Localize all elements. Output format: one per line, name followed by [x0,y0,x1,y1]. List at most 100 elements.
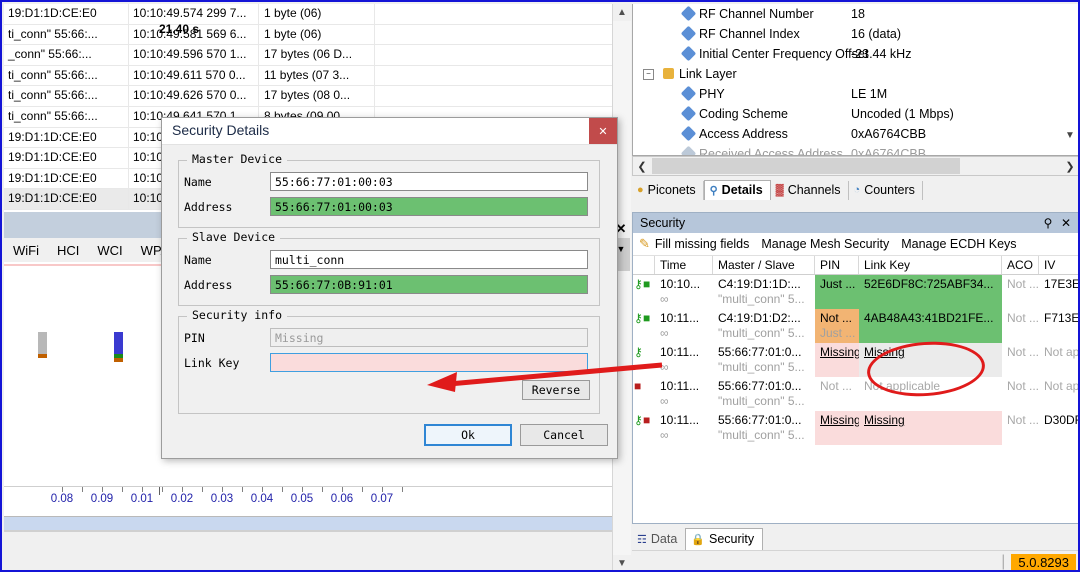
details-tree[interactable]: RF Channel Number 18 RF Channel Index 16 (d… [632,4,1078,156]
table-cell: Not ... [1002,411,1039,445]
left-horizontal-scrollbar[interactable] [4,516,612,531]
cell-primary-text: F713E7... [1044,311,1080,325]
axis-tick [382,487,383,492]
details-horizontal-scrollbar[interactable]: ❮ ❯ [632,156,1078,176]
tab-details[interactable]: ⚲ Details [703,180,771,200]
tree-row[interactable]: Access Address 0xA6764CBB [633,124,1078,144]
cancel-button[interactable]: Cancel [520,424,608,446]
tab-piconets[interactable]: ● Piconets [632,181,704,200]
pin-icon[interactable]: ⚲ [1039,216,1057,230]
packet-row[interactable]: 19:D1:1D:CE:E0 10:10:49.574 299 7... 1 byt… [4,4,612,25]
tree-row[interactable]: RF Channel Index 16 (data) [633,24,1078,44]
cell-primary-text: Missing [864,345,905,359]
tree-row[interactable]: − Link Layer [633,64,1078,84]
scroll-down-icon[interactable]: ▼ [1062,130,1078,141]
column-header[interactable]: IV [1039,256,1078,274]
tab-label: Details [721,183,763,197]
table-row[interactable]: ⚷ ■ 10:10... ∞ C4:19:D1:1D:... "multi_conn" 5… [633,275,1080,309]
packet-row[interactable]: ti_conn" 55:66:... 10:10:49.626 570 0... 1… [4,86,612,107]
protocol-tab-wci[interactable]: WCI [88,240,131,261]
security-table-body[interactable]: ⚷ ■ 10:10... ∞ C4:19:D1:1D:... "multi_conn" 5… [633,275,1080,445]
tree-row[interactable]: Coding Scheme Uncoded (1 Mbps) [633,104,1078,124]
table-cell: Not ... [1002,377,1039,411]
diamond-icon [680,125,697,142]
binary-icon: ☶ [637,533,647,546]
security-toolbar[interactable]: ✎ Fill missing fields Manage Mesh Security… [633,233,1078,256]
tab-counters[interactable]: ◔ Counters [849,181,923,200]
scroll-right-icon[interactable]: ❯ [1061,157,1078,175]
protocol-tab-hci[interactable]: HCI [48,240,88,261]
bottom-tab-data[interactable]: ☶ Data [632,529,685,550]
cell-primary-text: Missing [820,345,859,359]
axis-tick [302,487,303,492]
packet-timestamp: 10:10:49.596 570 1... [128,45,258,65]
packet-length: 1 byte (06) [258,4,374,24]
cell-secondary-text: "multi_conn" 5... [718,394,805,408]
pin-input[interactable]: Missing [270,328,588,347]
expander-icon[interactable]: − [643,69,654,80]
close-icon[interactable]: ✕ [589,118,617,144]
scroll-thumb[interactable] [652,158,960,174]
master-address-input[interactable]: 55:66:77:01:00:03 [270,197,588,216]
bottom-tab-security[interactable]: 🔒 Security [685,528,764,550]
diamond-icon [680,145,697,155]
table-row[interactable]: ⚷ 10:11... ∞ 55:66:77:01:0... "multi_conn" 5… [633,343,1078,377]
toolbar-manage-ecdh-keys[interactable]: Manage ECDH Keys [895,237,1022,251]
toolbar-manage-mesh-security[interactable]: Manage Mesh Security [755,237,895,251]
master-device-group: Master Device [178,152,600,228]
table-cell: 55:66:77:01:0... "multi_conn" 5... [713,377,815,411]
view-tab-bar[interactable]: ● Piconets ⚲ Details ▓ Channels ◔ Counters [632,178,1078,200]
column-header[interactable] [633,256,655,274]
axis-tick-minor [242,487,243,492]
column-header[interactable]: PIN [815,256,859,274]
column-header[interactable]: Master / Slave [713,256,815,274]
tree-row-label: Link Layer [679,67,737,81]
packet-row[interactable]: _conn" 55:66:... 10:10:49.596 570 1... 17 … [4,45,612,66]
tree-row[interactable]: PHY LE 1M [633,84,1078,104]
cell-primary-text: 10:11... [660,311,700,325]
tree-row[interactable]: Received Access Address 0xA6764CBB [633,144,1078,155]
table-row[interactable]: ⚷ ■ 10:11... ∞ C4:19:D1:D2:... "multi_conn" 5… [633,309,1080,343]
cell-primary-text: Missing [864,413,905,427]
scroll-up-icon[interactable]: ▲ [613,4,631,21]
column-header[interactable]: Time [655,256,713,274]
toolbar-fill-missing-fields[interactable]: ✎ Fill missing fields [633,236,755,252]
scroll-down-icon[interactable]: ▼ [613,555,631,570]
cell-primary-text: Just ... [820,277,856,291]
table-cell: Not ... [815,377,859,411]
table-cell: 10:11... ∞ [655,411,713,445]
timeline-center-label: 21.40 s [159,22,200,36]
packet-row[interactable]: ti_conn" 55:66:... 10:10:49.611 570 0... 1… [4,65,612,87]
column-header[interactable]: Link Key [859,256,1002,274]
slave-name-input[interactable]: multi_conn [270,250,588,269]
key-green-lock-green-icon: ⚷ ■ [633,309,655,343]
scroll-left-icon[interactable]: ❮ [633,157,651,175]
ok-button[interactable]: Ok [424,424,512,446]
table-row[interactable]: ⚷ ■ 10:11... ∞ 55:66:77:01:0... "multi_conn" … [633,411,1078,445]
packet-row[interactable]: ti_conn" 55:66:... 10:10:49.581 569 6... 1… [4,24,612,46]
table-row[interactable]: ■ 10:11... ∞ 55:66:77:01:0... "multi_conn" 5… [633,377,1078,411]
tree-row[interactable]: Initial Center Frequency Offset -23.44 kH… [633,44,1078,64]
table-cell: Not ap... [1039,343,1078,377]
security-info-legend: Security info [187,308,288,322]
master-address-row: Address 55:66:77:01:00:03 [184,197,592,216]
table-cell: C4:19:D1:D2:... "multi_conn" 5... [713,309,815,343]
packet-extra [374,45,612,65]
axis-tick-minor [122,487,123,492]
axis-tick-minor [202,487,203,492]
tab-label: Channels [787,183,841,197]
close-icon[interactable]: ✕ [1057,216,1075,230]
column-header[interactable]: ACO [1002,256,1039,274]
master-name-input[interactable]: 55:66:77:01:00:03 [270,172,588,191]
bottom-tab-bar[interactable]: ☶ Data 🔒 Security [632,526,1078,550]
cell-primary-text: 17E3E... [1044,277,1080,291]
protocol-tab-wifi[interactable]: WiFi [4,240,48,261]
tree-row[interactable]: RF Channel Number 18 [633,4,1078,24]
cell-primary-text: Not ... [820,379,853,393]
reverse-button[interactable]: Reverse [522,380,590,400]
slave-address-input[interactable]: 55:66:77:0B:91:01 [270,275,588,294]
security-table[interactable]: Time Master / Slave PIN Link Key ACO IV ⚷ ■ 10:… [633,256,1080,445]
tab-channels[interactable]: ▓ Channels [771,181,849,200]
link-key-input[interactable] [270,353,588,372]
packet-address: 19:D1:1D:CE:E0 [8,6,97,20]
